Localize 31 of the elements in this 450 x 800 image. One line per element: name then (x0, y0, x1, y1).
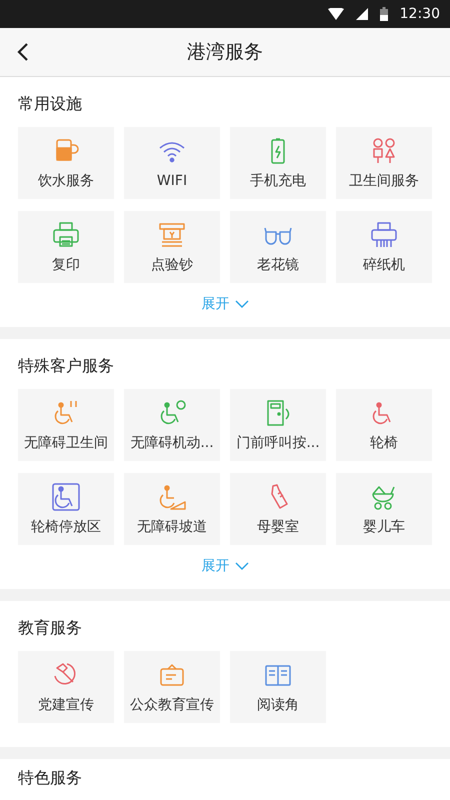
signal-icon (356, 8, 368, 20)
service-tile[interactable]: 无障碍卫生间 (18, 389, 114, 461)
service-tile[interactable]: 无障碍机动... (124, 389, 220, 461)
service-tile[interactable]: 婴儿车 (336, 473, 432, 545)
back-icon[interactable] (17, 42, 29, 62)
service-tile[interactable]: 卫生间服务 (336, 127, 432, 199)
service-tile[interactable]: 碎纸机 (336, 211, 432, 283)
service-tile[interactable]: 手机充电 (230, 127, 326, 199)
service-tile[interactable]: 公众教育宣传 (124, 651, 220, 723)
service-tile[interactable]: 轮椅停放区 (18, 473, 114, 545)
service-tile[interactable]: 饮水服务 (18, 127, 114, 199)
section-title: 特色服务 (18, 767, 82, 789)
service-tile[interactable]: 党建宣传 (18, 651, 114, 723)
chevron-down-icon (234, 300, 248, 308)
section-title: 常用设施 (18, 93, 82, 115)
section-title: 教育服务 (18, 617, 82, 639)
service-tile[interactable]: 母婴室 (230, 473, 326, 545)
chevron-down-icon (234, 562, 248, 570)
service-tile[interactable]: 轮椅 (336, 389, 432, 461)
service-tile[interactable]: 老花镜 (230, 211, 326, 283)
service-tile[interactable]: WIFI (124, 127, 220, 199)
service-tile[interactable]: 复印 (18, 211, 114, 283)
service-tile[interactable]: 点验钞 (124, 211, 220, 283)
section-title: 特殊客户服务 (18, 355, 114, 377)
service-tile[interactable]: 门前呼叫按... (230, 389, 326, 461)
service-tile[interactable]: 无障碍坡道 (124, 473, 220, 545)
status-time: 12:30 (400, 6, 440, 22)
wifi-icon (328, 8, 344, 20)
battery-icon (380, 7, 388, 21)
page-title: 港湾服务 (187, 40, 263, 65)
service-tile[interactable]: 阅读角 (230, 651, 326, 723)
